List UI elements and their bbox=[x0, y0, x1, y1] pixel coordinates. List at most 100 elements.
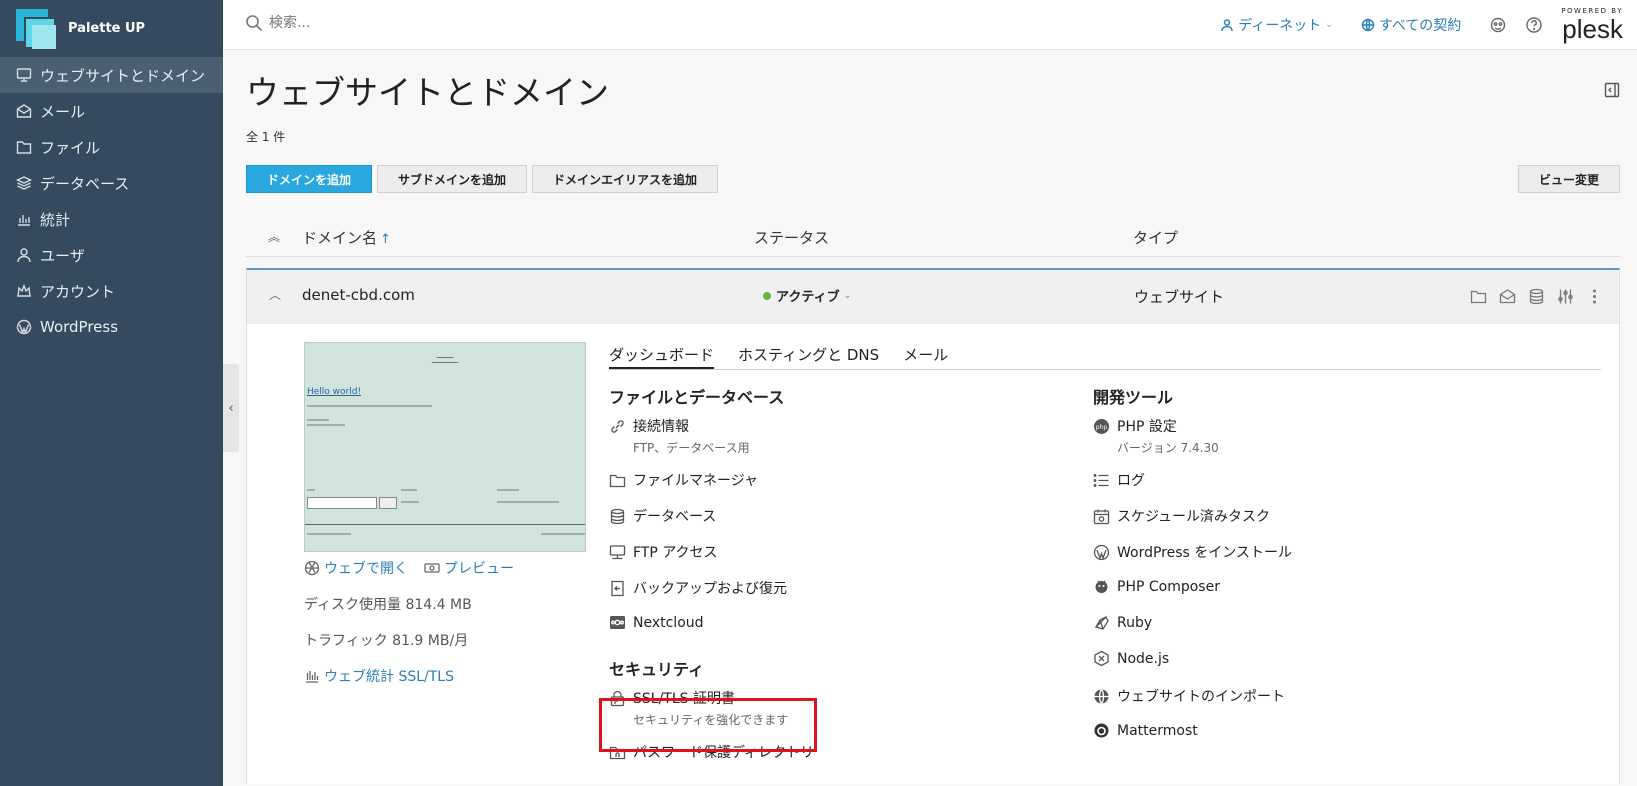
user-icon bbox=[16, 247, 32, 263]
thumbnail-text-line bbox=[307, 405, 432, 407]
connection-info-link[interactable]: 接続情報 bbox=[609, 416, 689, 436]
help-icon[interactable] bbox=[1525, 16, 1543, 34]
backup-restore-link[interactable]: バックアップおよび復元 bbox=[609, 578, 787, 598]
web-stats-link[interactable]: ウェブ統計 SSL/TLS bbox=[304, 666, 454, 686]
status-label: アクティブ bbox=[776, 290, 840, 305]
list-icon bbox=[1093, 472, 1110, 489]
page-title: ウェブサイトとドメイン bbox=[246, 73, 609, 112]
nextcloud-link[interactable]: Nextcloud bbox=[609, 614, 704, 631]
web-stats-label: ウェブ統計 SSL/TLS bbox=[324, 669, 454, 685]
add-subdomain-button[interactable]: サブドメインを追加 bbox=[377, 165, 528, 193]
mattermost-link[interactable]: Mattermost bbox=[1093, 722, 1198, 739]
databases-link[interactable]: データベース bbox=[609, 506, 716, 526]
side-panel-toggle-icon[interactable] bbox=[1604, 82, 1620, 98]
open-in-web-label: ウェブで開く bbox=[324, 561, 408, 577]
database-icon bbox=[609, 508, 626, 525]
php-composer-link[interactable]: PHP Composer bbox=[1093, 578, 1220, 595]
website-import-label: ウェブサイトのインポート bbox=[1117, 689, 1285, 705]
ftp-access-link[interactable]: FTP アクセス bbox=[609, 542, 718, 562]
top-right-controls: ディーネット ⌄ すべての契約 POWERED BY plesk bbox=[1220, 0, 1623, 50]
user-icon bbox=[1221, 19, 1234, 32]
add-alias-button[interactable]: ドメインエイリアスを追加 bbox=[532, 165, 719, 193]
thumbnail-text-line bbox=[497, 501, 559, 503]
ruby-link[interactable]: Ruby bbox=[1093, 614, 1152, 631]
eye-icon bbox=[424, 563, 440, 573]
subscriptions-label: すべての契約 bbox=[1378, 18, 1462, 34]
column-status[interactable]: ステータス bbox=[754, 227, 829, 248]
disk-usage: ディスク使用量 814.4 MB bbox=[304, 597, 472, 613]
folder-icon[interactable] bbox=[1470, 288, 1487, 305]
settings-sliders-icon[interactable] bbox=[1557, 288, 1574, 305]
sidebar-item-databases[interactable]: データベース bbox=[0, 165, 223, 201]
section-title-files: ファイルとデータベース bbox=[609, 388, 785, 407]
thumbnail-text-line bbox=[497, 489, 519, 491]
subscriptions-link[interactable]: すべての契約 bbox=[1361, 15, 1461, 35]
globe-icon bbox=[1361, 18, 1375, 32]
folder-icon bbox=[16, 139, 32, 155]
user-menu[interactable]: ディーネット ⌄ bbox=[1220, 15, 1333, 35]
website-import-link[interactable]: ウェブサイトのインポート bbox=[1093, 686, 1285, 706]
mail-icon[interactable] bbox=[1499, 288, 1516, 305]
sidebar-item-files[interactable]: ファイル bbox=[0, 129, 223, 165]
brand-name: Palette UP bbox=[68, 21, 146, 36]
status-badge[interactable]: アクティブ ⌄ bbox=[763, 286, 851, 305]
ruby-icon bbox=[1093, 614, 1110, 631]
php-icon: php bbox=[1093, 418, 1110, 435]
tab-dashboard[interactable]: ダッシュボード bbox=[609, 344, 715, 369]
sidebar-item-websites[interactable]: ウェブサイトとドメイン bbox=[0, 57, 223, 93]
website-preview-thumbnail[interactable]: ━━━━━━━ ━━━━━━━━━━━ Hello world! bbox=[304, 342, 586, 552]
tab-mail[interactable]: メール bbox=[903, 344, 948, 369]
monitor-icon bbox=[609, 544, 626, 561]
more-options-icon[interactable] bbox=[1586, 288, 1603, 305]
status-dot-icon bbox=[763, 291, 771, 300]
plesk-wordmark: plesk bbox=[1562, 14, 1623, 44]
wordpress-icon bbox=[1093, 544, 1110, 561]
file-manager-label: ファイルマネージャ bbox=[633, 473, 759, 489]
install-wordpress-label: WordPress をインストール bbox=[1117, 545, 1292, 561]
chevron-down-icon: ⌄ bbox=[1325, 20, 1333, 30]
logs-link[interactable]: ログ bbox=[1093, 470, 1145, 490]
sidebar-item-label: データベース bbox=[40, 174, 130, 193]
search-icon bbox=[246, 15, 263, 32]
open-in-web-link[interactable]: ウェブで開く プレビュー bbox=[304, 558, 514, 578]
search-input[interactable] bbox=[269, 15, 529, 31]
section-title-security: セキュリティ bbox=[609, 660, 705, 679]
domain-name[interactable]: denet-cbd.com bbox=[302, 286, 415, 304]
extensions-icon[interactable] bbox=[1489, 16, 1507, 34]
database-icon[interactable] bbox=[1528, 288, 1545, 305]
install-wordpress-link[interactable]: WordPress をインストール bbox=[1093, 542, 1292, 562]
chevron-up-icon[interactable]: ︿ bbox=[269, 286, 281, 303]
brand[interactable]: Palette UP bbox=[0, 0, 223, 57]
table-row[interactable]: ︿ denet-cbd.com アクティブ ⌄ ウェブサイト bbox=[246, 268, 1620, 324]
thumbnail-text-line bbox=[401, 489, 417, 491]
domain-type: ウェブサイト bbox=[1134, 288, 1225, 306]
sort-up-icon: ↑ bbox=[380, 232, 391, 247]
php-settings-label: PHP 設定 bbox=[1117, 419, 1177, 435]
sidebar-item-wordpress[interactable]: WordPress bbox=[0, 309, 223, 345]
nextcloud-icon bbox=[609, 614, 626, 631]
preview-link[interactable]: プレビュー bbox=[424, 558, 514, 578]
svg-text:php: php bbox=[1096, 424, 1108, 431]
sidebar-item-statistics[interactable]: 統計 bbox=[0, 201, 223, 237]
nodejs-link[interactable]: Node.js bbox=[1093, 650, 1169, 667]
sidebar-item-account[interactable]: アカウント bbox=[0, 273, 223, 309]
ruby-label: Ruby bbox=[1117, 614, 1153, 631]
php-settings-link[interactable]: php PHP 設定 bbox=[1093, 416, 1177, 436]
file-manager-link[interactable]: ファイルマネージャ bbox=[609, 470, 758, 490]
sidebar-item-mail[interactable]: メール bbox=[0, 93, 223, 129]
php-version: バージョン 7.4.30 bbox=[1117, 441, 1219, 455]
tab-hosting-dns[interactable]: ホスティングと DNS bbox=[738, 344, 879, 369]
column-type[interactable]: タイプ bbox=[1133, 227, 1178, 248]
thumbnail-text-line bbox=[307, 533, 351, 535]
scheduled-tasks-link[interactable]: スケジュール済みタスク bbox=[1093, 506, 1270, 526]
add-domain-button[interactable]: ドメインを追加 bbox=[246, 165, 373, 193]
calendar-icon bbox=[1093, 508, 1110, 525]
sidebar-item-label: ファイル bbox=[40, 138, 101, 157]
change-view-button[interactable]: ビュー変更 bbox=[1517, 165, 1620, 193]
collapse-all-icon[interactable]: ︽ bbox=[268, 228, 280, 245]
sidebar-collapse-handle[interactable]: ‹ bbox=[223, 364, 239, 452]
globe-import-icon bbox=[1093, 688, 1110, 705]
ssl-highlight-box bbox=[599, 698, 817, 752]
sidebar-item-users[interactable]: ユーザ bbox=[0, 237, 223, 273]
column-domain-name[interactable]: ドメイン名 ↑ bbox=[302, 227, 391, 248]
